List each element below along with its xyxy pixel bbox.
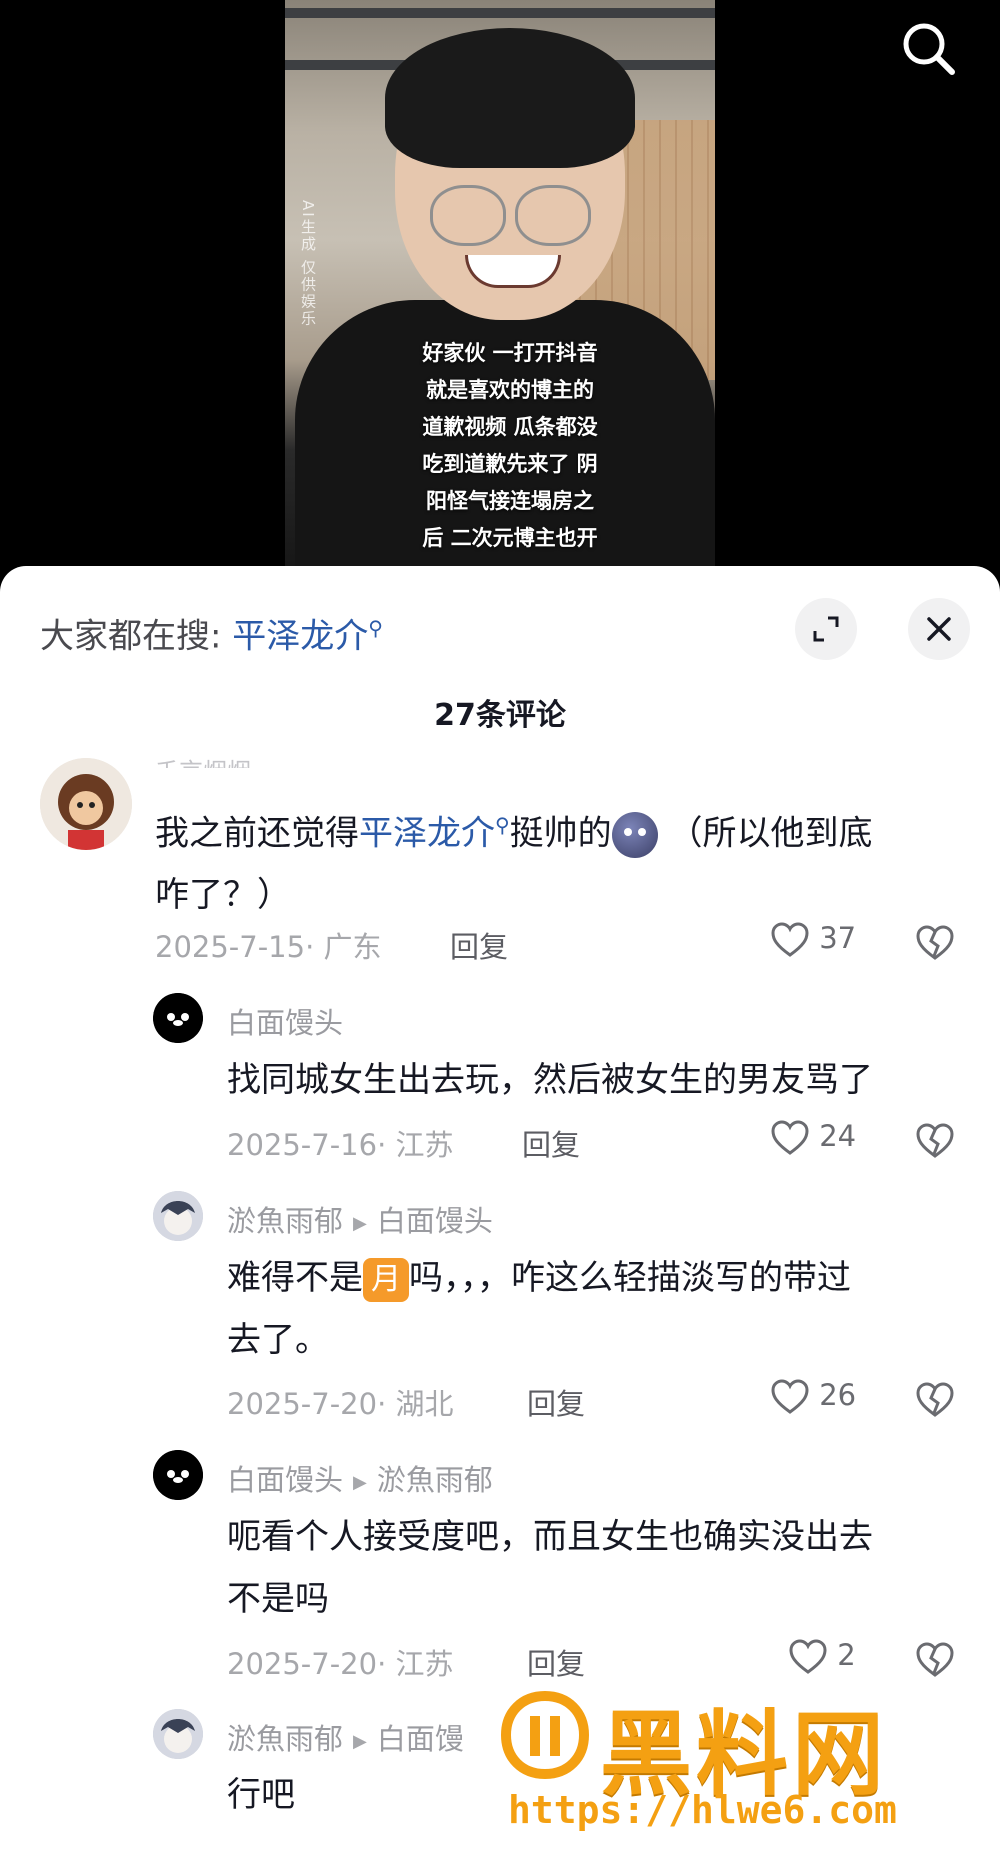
- moon-badge-icon: 月: [363, 1257, 409, 1302]
- broken-heart-icon: [916, 925, 954, 960]
- avatar[interactable]: [153, 1709, 203, 1759]
- comment-username: 白面馒头 ▶ 淤魚雨郁: [227, 1457, 493, 1499]
- avatar[interactable]: [153, 1450, 203, 1500]
- comment-meta: 2025-7-20· 江苏: [227, 1647, 454, 1681]
- search-icon[interactable]: [896, 16, 962, 82]
- watermark-url: https://hlwe6.com: [508, 1788, 897, 1832]
- reply-button[interactable]: 回复: [450, 924, 508, 966]
- reply-arrow-icon: ▶: [353, 1471, 367, 1493]
- reply-arrow-icon: ▶: [353, 1212, 367, 1234]
- reply-arrow-icon: ▶: [353, 1730, 367, 1752]
- heart-icon: [771, 1379, 809, 1414]
- avatar[interactable]: [40, 758, 132, 850]
- like-button[interactable]: 24: [770, 1119, 856, 1157]
- dislike-button[interactable]: [915, 1381, 955, 1419]
- hot-search-prefix: 大家都在搜:: [40, 616, 222, 657]
- like-count: 26: [819, 1378, 857, 1412]
- dislike-button[interactable]: [915, 1641, 955, 1679]
- person-hair: [385, 28, 635, 168]
- like-count: 2: [837, 1638, 856, 1672]
- heart-icon: [771, 1120, 809, 1155]
- heart-icon: [771, 922, 809, 957]
- reply-button[interactable]: 回复: [527, 1381, 585, 1423]
- dislike-button[interactable]: [915, 1122, 955, 1160]
- like-button[interactable]: 37: [770, 921, 856, 959]
- broken-heart-icon: [916, 1642, 954, 1677]
- comment-username[interactable]: 白面馒头: [227, 1000, 343, 1042]
- video-player[interactable]: AI生成 仅供娱乐 好家伙 一打开抖音 就是喜欢的博主的 道歉视频 瓜条都没 吃…: [0, 0, 1000, 600]
- comment-meta: 2025-7-20· 湖北: [227, 1387, 454, 1421]
- reply-button[interactable]: 回复: [527, 1641, 585, 1683]
- like-button[interactable]: 26: [770, 1378, 856, 1416]
- bunk-rail: [285, 8, 715, 18]
- comment-sheet: 大家都在搜: 平泽龙介⚲ 27条评论 千京烟烟 我之前还觉得平泽龙介⚲挺帅的 （…: [0, 566, 1000, 1857]
- reply-author[interactable]: 淤魚雨郁: [227, 1204, 343, 1238]
- comment-username: 淤魚雨郁 ▶ 白面馒: [227, 1716, 464, 1758]
- reply-target[interactable]: 白面馒: [377, 1722, 464, 1756]
- reply-author[interactable]: 淤魚雨郁: [227, 1722, 343, 1756]
- reply-target[interactable]: 白面馒头: [377, 1204, 493, 1238]
- avatar[interactable]: [153, 1191, 203, 1241]
- close-button[interactable]: [908, 598, 970, 660]
- hot-search-keyword[interactable]: 平泽龙介: [232, 616, 368, 656]
- comment-text: 呃看个人接受度吧，而且女生也确实没出去 不是吗: [227, 1517, 873, 1619]
- keyword-search-icon: ⚲: [368, 616, 383, 640]
- reply-button[interactable]: 回复: [522, 1122, 580, 1164]
- broken-heart-icon: [916, 1382, 954, 1417]
- reply-target[interactable]: 淤魚雨郁: [377, 1463, 493, 1497]
- close-icon: [927, 617, 951, 641]
- keyword-search-icon: ⚲: [495, 813, 510, 837]
- comment-text: 找同城女生出去玩，然后被女生的男友骂了: [227, 1060, 873, 1100]
- avatar[interactable]: [153, 993, 203, 1043]
- comment-count: 27条评论: [434, 698, 566, 733]
- comment-username[interactable]: 千京烟烟: [155, 752, 251, 768]
- comment-username: 淤魚雨郁 ▶ 白面馒头: [227, 1198, 493, 1240]
- like-count: 37: [819, 921, 857, 955]
- watermark-logo-icon: [500, 1690, 590, 1780]
- glasses-left: [430, 185, 506, 246]
- expand-button[interactable]: [795, 598, 857, 660]
- heart-icon: [789, 1639, 827, 1674]
- site-watermark: 黑料网 https://hlwe6.com: [500, 1680, 980, 1850]
- glasses-right: [515, 185, 591, 246]
- video-frame[interactable]: AI生成 仅供娱乐 好家伙 一打开抖音 就是喜欢的博主的 道歉视频 瓜条都没 吃…: [285, 0, 715, 600]
- comment-text: 我之前还觉得平泽龙介⚲挺帅的 （所以他到底 咋了？）: [155, 811, 873, 916]
- expand-icon: [813, 616, 839, 642]
- reply-author[interactable]: 白面馒头: [227, 1463, 343, 1497]
- dislike-button[interactable]: [915, 924, 955, 962]
- comment-meta: 2025-7-15· 广东: [155, 930, 382, 964]
- hot-search-bar[interactable]: 大家都在搜: 平泽龙介⚲: [40, 606, 383, 658]
- video-subtitle: 好家伙 一打开抖音 就是喜欢的博主的 道歉视频 瓜条都没 吃到道歉先来了 阴 阳…: [422, 341, 598, 550]
- broken-heart-icon: [916, 1123, 954, 1158]
- comment-meta: 2025-7-16· 江苏: [227, 1128, 454, 1162]
- ai-generated-label: AI生成 仅供娱乐: [299, 200, 317, 328]
- like-count: 24: [819, 1119, 857, 1153]
- comment-keyword-link[interactable]: 平泽龙介: [359, 813, 495, 853]
- blob-emoji-icon: [611, 811, 658, 858]
- comment-text: 难得不是月吗，，，咋这么轻描淡写的带过 去了。: [227, 1257, 851, 1360]
- like-button[interactable]: 2: [788, 1638, 856, 1676]
